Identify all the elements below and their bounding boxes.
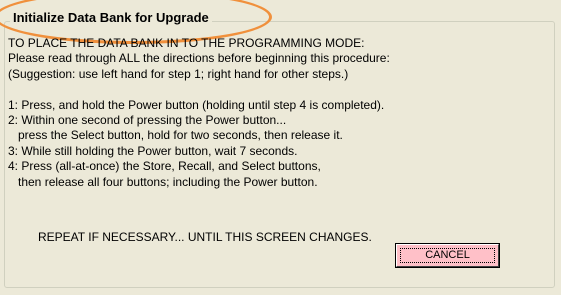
instruction-line: Please read through ALL the directions b… — [8, 51, 390, 66]
cancel-button[interactable]: CANCEL — [395, 243, 500, 268]
cancel-button-label: CANCEL — [425, 249, 470, 261]
group-title: Initialize Data Bank for Upgrade — [10, 10, 212, 26]
instruction-step-4: 4: Press (all-at-once) the Store, Recall… — [8, 159, 321, 174]
instructions-block: TO PLACE THE DATA BANK IN TO THE PROGRAM… — [8, 36, 548, 190]
instruction-step-1: 1: Press, and hold the Power button (hol… — [8, 97, 385, 112]
instruction-step-3: 3: While still holding the Power button,… — [8, 143, 298, 158]
instruction-step-4-cont: then release all four buttons; including… — [8, 174, 318, 189]
instruction-line: TO PLACE THE DATA BANK IN TO THE PROGRAM… — [8, 36, 365, 50]
instruction-step-2: 2: Within one second of pressing the Pow… — [8, 112, 287, 127]
dialog-panel: Initialize Data Bank for Upgrade TO PLAC… — [0, 0, 561, 295]
instruction-step-2-cont: press the Select button, hold for two se… — [8, 128, 343, 143]
instruction-line: (Suggestion: use left hand for step 1; r… — [8, 66, 349, 81]
repeat-notice: REPEAT IF NECESSARY... UNTIL THIS SCREEN… — [38, 230, 372, 244]
